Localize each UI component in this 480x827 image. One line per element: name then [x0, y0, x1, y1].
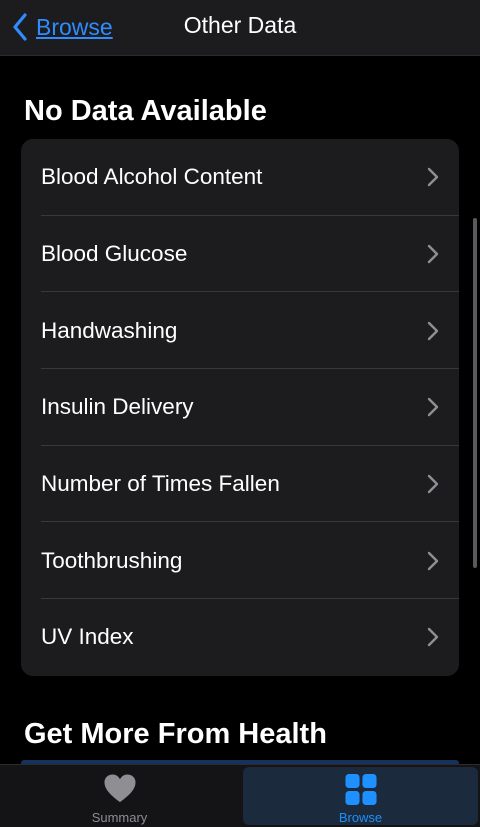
grid-icon — [344, 773, 377, 806]
tab-bar: Summary Browse — [0, 764, 480, 827]
tab-label: Summary — [91, 810, 148, 825]
list-item[interactable]: Number of Times Fallen — [21, 446, 459, 523]
section-header-no-data: No Data Available — [24, 95, 267, 127]
tab-browse[interactable]: Browse — [243, 767, 478, 825]
list-item-label: Toothbrushing — [41, 547, 183, 573]
page-title: Other Data — [183, 12, 297, 38]
tab-summary[interactable]: Summary — [2, 767, 237, 825]
list-item-label: Blood Glucose — [41, 241, 188, 267]
section-header-get-more: Get More From Health — [24, 718, 327, 750]
list-item-label: Handwashing — [41, 317, 178, 343]
list-item-label: Insulin Delivery — [41, 394, 194, 420]
chevron-right-icon — [427, 628, 439, 647]
chevron-right-icon — [427, 244, 439, 264]
chevron-right-icon — [427, 551, 439, 570]
list-item[interactable]: Insulin Delivery — [21, 369, 459, 446]
list-item-label: UV Index — [41, 624, 134, 650]
chevron-right-icon — [427, 474, 439, 494]
chevron-right-icon — [427, 321, 439, 340]
list-item-label: Blood Alcohol Content — [41, 164, 263, 190]
list-item[interactable]: Blood Alcohol Content — [21, 139, 459, 216]
data-type-list: Blood Alcohol Content Blood Glucose Hand… — [21, 139, 459, 676]
chevron-right-icon — [427, 168, 439, 187]
heart-icon — [103, 774, 136, 803]
scrollbar[interactable] — [473, 218, 477, 568]
list-item-label: Number of Times Fallen — [41, 471, 280, 497]
list-item[interactable]: Handwashing — [21, 292, 459, 370]
navigation-bar: Browse Other Data — [0, 0, 480, 56]
tab-label: Browse — [338, 810, 383, 825]
screen: Browse Other Data No Data Available Bloo… — [0, 0, 480, 827]
list-item[interactable]: UV Index — [21, 599, 459, 676]
chevron-right-icon — [427, 398, 439, 417]
list-item[interactable]: Toothbrushing — [21, 522, 459, 600]
list-item[interactable]: Blood Glucose — [21, 216, 459, 293]
